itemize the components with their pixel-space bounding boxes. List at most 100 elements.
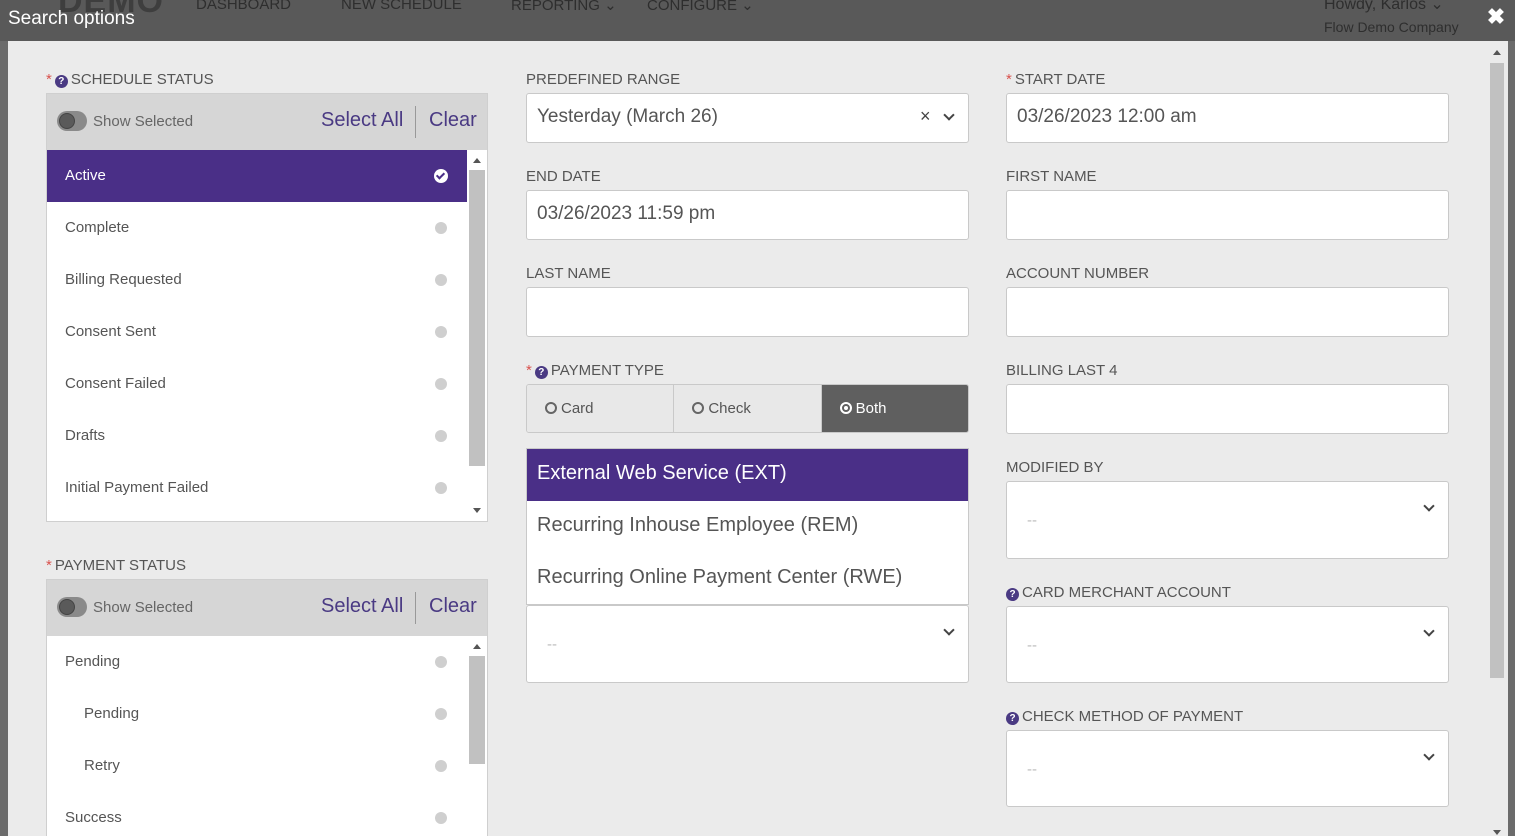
card-merchant-label: ? CARD MERCHANT ACCOUNT <box>1006 584 1231 601</box>
chevron-down-icon <box>1423 749 1435 761</box>
list-item[interactable]: Complete <box>47 202 467 254</box>
unselected-dot-icon <box>435 326 447 338</box>
unselected-dot-icon <box>435 430 447 442</box>
show-selected-toggle[interactable] <box>57 597 87 617</box>
help-icon[interactable]: ? <box>54 75 68 88</box>
payment-status-panel: Show Selected Select All Clear Pending P… <box>46 579 488 836</box>
unselected-dot-icon <box>435 482 447 494</box>
source-select[interactable]: -- <box>526 605 969 683</box>
schedule-status-scrollbar[interactable] <box>467 150 487 521</box>
check-icon <box>434 169 448 183</box>
source-option-rem[interactable]: Recurring Inhouse Employee (REM) <box>527 501 968 553</box>
list-item[interactable]: Pending <box>47 688 467 740</box>
modified-by-select[interactable]: -- <box>1006 481 1449 559</box>
scroll-up-icon[interactable] <box>1493 50 1501 55</box>
last-name-input[interactable] <box>526 287 969 337</box>
radio-icon <box>692 402 705 414</box>
check-method-placeholder: -- <box>1027 761 1037 778</box>
help-icon[interactable]: ? <box>534 366 548 379</box>
payment-status-list: Pending Pending Retry Success <box>47 636 467 836</box>
unselected-dot-icon <box>435 812 447 824</box>
nav-configure: CONFIGURE ⌄ <box>647 0 754 14</box>
help-icon[interactable]: ? <box>1006 712 1019 725</box>
account-number-input[interactable] <box>1006 287 1449 337</box>
start-date-label: * START DATE <box>1006 71 1106 88</box>
select-all-button[interactable]: Select All <box>321 595 403 618</box>
card-merchant-select[interactable]: -- <box>1006 606 1449 683</box>
chevron-down-icon <box>943 109 955 121</box>
check-method-select[interactable]: -- <box>1006 730 1449 807</box>
unselected-dot-icon <box>435 656 447 668</box>
unselected-dot-icon <box>435 760 447 772</box>
show-selected-label: Show Selected <box>93 113 194 130</box>
payment-type-card[interactable]: Card <box>527 385 675 432</box>
billing-last4-input[interactable] <box>1006 384 1449 434</box>
payment-type-both[interactable]: Both <box>821 385 968 432</box>
clear-button[interactable]: Clear <box>429 595 477 618</box>
scroll-thumb[interactable] <box>1490 63 1504 678</box>
check-method-label: ? CHECK METHOD OF PAYMENT <box>1006 708 1243 725</box>
first-name-input[interactable] <box>1006 190 1449 240</box>
schedule-status-toolbar: Show Selected Select All Clear <box>47 94 487 150</box>
source-option-rwe[interactable]: Recurring Online Payment Center (RWE) <box>527 553 968 605</box>
list-item[interactable]: Billing Requested <box>47 254 467 306</box>
select-all-button[interactable]: Select All <box>321 109 403 132</box>
list-item[interactable]: Active <box>47 150 467 202</box>
modified-by-placeholder: -- <box>1027 512 1037 529</box>
close-icon[interactable]: ✖ <box>1486 6 1506 28</box>
payment-type-label: *? PAYMENT TYPE <box>526 362 664 379</box>
nav-dashboard: DASHBOARD <box>196 0 292 13</box>
nav-reporting: REPORTING ⌄ <box>511 0 617 14</box>
predefined-range-select[interactable]: Yesterday (March 26) × <box>526 93 969 143</box>
modal-title: Search options <box>8 8 135 29</box>
source-option-ext[interactable]: External Web Service (EXT) <box>527 449 968 501</box>
modified-by-label: MODIFIED BY <box>1006 459 1104 476</box>
billing-last4-label: BILLING LAST 4 <box>1006 362 1118 379</box>
search-options-modal: *? SCHEDULE STATUS Show Selected Select A… <box>8 41 1508 836</box>
payment-type-selector: Card Check Both <box>526 384 969 433</box>
unselected-dot-icon <box>435 378 447 390</box>
user-greeting: Howdy, Karlos ⌄ <box>1324 0 1444 13</box>
start-date-input[interactable]: 03/26/2023 12:00 am <box>1006 93 1449 143</box>
source-placeholder: -- <box>547 636 557 653</box>
first-name-label: FIRST NAME <box>1006 168 1097 185</box>
list-item[interactable]: Retry <box>47 740 467 792</box>
end-date-label: END DATE <box>526 168 601 185</box>
nav-new-schedule: NEW SCHEDULE <box>341 0 462 13</box>
schedule-status-panel: Show Selected Select All Clear Active Co… <box>46 93 488 522</box>
payment-status-scrollbar[interactable] <box>467 636 487 836</box>
card-merchant-placeholder: -- <box>1027 637 1037 654</box>
list-item[interactable]: Pending <box>47 636 467 688</box>
source-dropdown-list: External Web Service (EXT) Recurring Inh… <box>526 448 969 605</box>
scroll-thumb[interactable] <box>469 170 485 466</box>
list-item[interactable]: Consent Sent <box>47 306 467 358</box>
list-item[interactable]: Drafts <box>47 410 467 462</box>
list-item[interactable]: Consent Failed <box>47 358 467 410</box>
account-number-label: ACCOUNT NUMBER <box>1006 265 1150 282</box>
scroll-thumb[interactable] <box>469 656 485 764</box>
scroll-up-icon[interactable] <box>473 158 481 163</box>
list-item[interactable]: Success <box>47 792 467 836</box>
payment-type-check[interactable]: Check <box>674 385 822 432</box>
scroll-down-icon[interactable] <box>473 508 481 513</box>
unselected-dot-icon <box>435 222 447 234</box>
chevron-down-icon <box>1423 625 1435 637</box>
clear-selection-icon[interactable]: × <box>920 106 931 127</box>
scroll-down-icon[interactable] <box>1493 830 1501 835</box>
end-date-input[interactable]: 03/26/2023 11:59 pm <box>526 190 969 240</box>
chevron-down-icon <box>1423 500 1435 512</box>
modal-scrollbar[interactable] <box>1488 47 1508 836</box>
chevron-down-icon <box>943 624 955 636</box>
show-selected-label: Show Selected <box>93 599 194 616</box>
payment-status-toolbar: Show Selected Select All Clear <box>47 580 487 636</box>
show-selected-toggle[interactable] <box>57 111 87 131</box>
schedule-status-list: Active Complete Billing Requested Consen… <box>47 150 467 514</box>
scroll-up-icon[interactable] <box>473 644 481 649</box>
last-name-label: LAST NAME <box>526 265 611 282</box>
predefined-range-value: Yesterday (March 26) <box>537 106 718 127</box>
clear-button[interactable]: Clear <box>429 109 477 132</box>
help-icon[interactable]: ? <box>1006 588 1019 601</box>
company-name: Flow Demo Company <box>1324 19 1459 35</box>
schedule-status-label: *? SCHEDULE STATUS <box>46 71 214 88</box>
list-item[interactable]: Initial Payment Failed <box>47 462 467 514</box>
